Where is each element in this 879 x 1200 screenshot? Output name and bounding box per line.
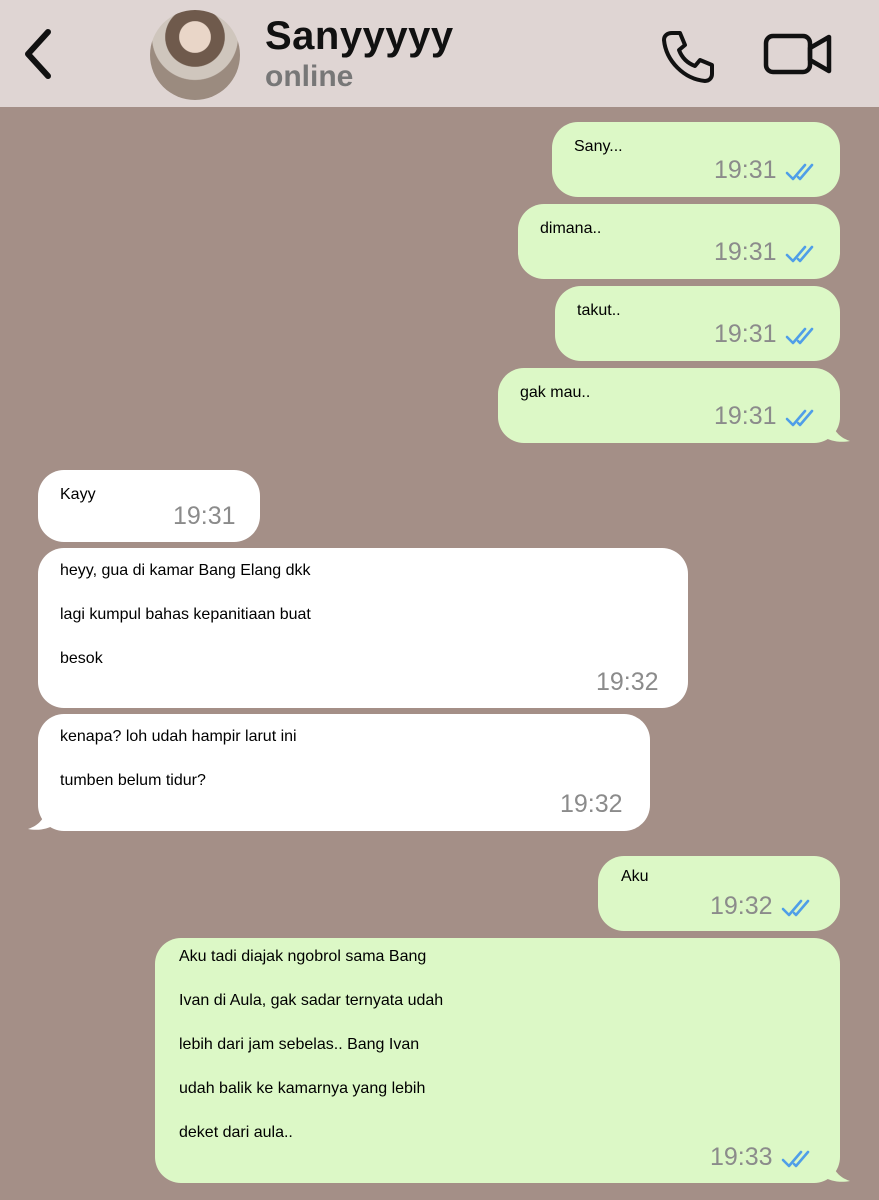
message-text-line: Kayy — [60, 486, 96, 503]
outgoing-message-bubble[interactable] — [555, 286, 840, 361]
double-check-icon — [781, 899, 810, 917]
avatar[interactable] — [150, 10, 240, 100]
double-check-icon — [785, 409, 814, 427]
message-text-line: Aku tadi diajak ngobrol sama Bang — [179, 948, 427, 965]
message-text-line: Sany... — [574, 138, 623, 155]
message-text-line: lebih dari jam sebelas.. Bang Ivan — [179, 1036, 420, 1053]
message-text-line: dimana.. — [540, 220, 602, 237]
bubble-tail — [824, 1155, 850, 1182]
message-text-line: gak mau.. — [520, 384, 591, 401]
message-time: 19:31 — [714, 238, 777, 266]
message-time: 19:32 — [596, 668, 659, 696]
message-text-line: kenapa? loh udah hampir larut ini — [60, 728, 297, 745]
voice-call-button[interactable] — [660, 28, 716, 84]
message-time: 19:32 — [710, 892, 773, 920]
bubble-tail — [824, 415, 850, 442]
message-text-line: Ivan di Aula, gak sadar ternyata udah — [179, 992, 444, 1009]
double-check-icon — [781, 1150, 810, 1168]
message-time: 19:31 — [714, 402, 777, 430]
outgoing-message-bubble[interactable] — [552, 122, 840, 197]
message-text-line: besok — [60, 650, 103, 667]
message-text-line: lagi kumpul bahas kepanitiaan buat — [60, 606, 311, 623]
phone-icon — [662, 31, 714, 83]
outgoing-message-bubble[interactable] — [518, 204, 840, 279]
message-text-line: Aku — [621, 868, 649, 885]
double-check-icon — [785, 327, 814, 345]
chevron-left-icon — [25, 29, 51, 79]
message-text-line: udah balik ke kamarnya yang lebih — [179, 1080, 426, 1097]
contact-name[interactable]: Sanyyyyy — [265, 14, 454, 59]
contact-status: online — [265, 60, 354, 93]
message-text-line: deket dari aula.. — [179, 1124, 293, 1141]
bubble-tail — [28, 803, 54, 830]
message-text-line: takut.. — [577, 302, 621, 319]
video-camera-icon — [763, 33, 832, 75]
message-time: 19:31 — [173, 502, 236, 530]
message-text-line: tumben belum tidur? — [60, 772, 206, 789]
message-text-line: heyy, gua di kamar Bang Elang dkk — [60, 562, 311, 579]
message-time: 19:31 — [714, 156, 777, 184]
message-time: 19:33 — [710, 1143, 773, 1171]
double-check-icon — [785, 163, 814, 181]
double-check-icon — [785, 245, 814, 263]
chat-header: Sanyyyyy online — [0, 0, 879, 107]
back-button[interactable] — [18, 26, 62, 82]
outgoing-message-bubble[interactable] — [498, 368, 840, 443]
message-time: 19:31 — [714, 320, 777, 348]
video-call-button[interactable] — [763, 30, 833, 78]
message-time: 19:32 — [560, 790, 623, 818]
